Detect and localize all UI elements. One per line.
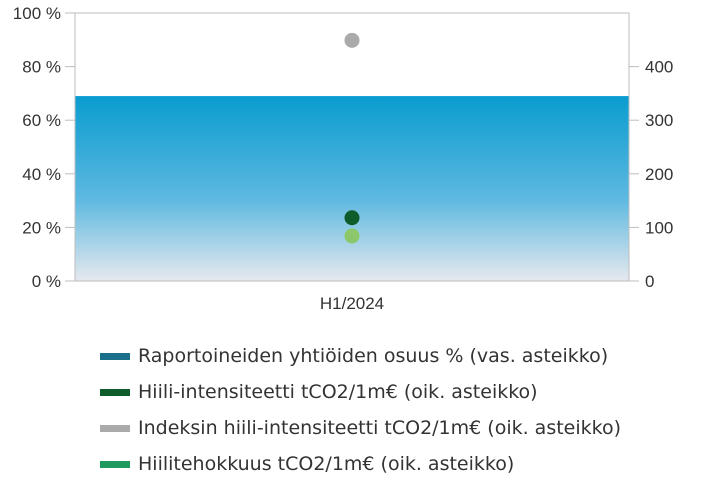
right-tick-label: 400 <box>645 58 673 77</box>
left-tick-label: 40 % <box>22 165 61 184</box>
legend-item-reported-share: Raportoineiden yhtiöiden osuus % (vas. a… <box>100 338 621 374</box>
left-tick-label: 60 % <box>22 111 61 130</box>
legend-label-carbon-efficiency: Hiilitehokkuus tCO2/1m€ (oik. asteikko) <box>138 453 515 475</box>
left-tick-label: 20 % <box>22 218 61 237</box>
bar-reported-share <box>75 96 629 281</box>
legend-swatch-carbon-efficiency <box>100 460 130 468</box>
legend-item-carbon-efficiency: Hiilitehokkuus tCO2/1m€ (oik. asteikko) <box>100 446 621 482</box>
legend-item-carbon-intensity: Hiili-intensiteetti tCO2/1m€ (oik. astei… <box>100 374 621 410</box>
legend-label-index-carbon-intensity: Indeksin hiili-intensiteetti tCO2/1m€ (o… <box>138 417 622 439</box>
right-tick-label: 200 <box>645 165 673 184</box>
legend-label-reported-share: Raportoineiden yhtiöiden osuus % (vas. a… <box>138 345 609 367</box>
legend-swatch-index-carbon-intensity <box>100 424 130 432</box>
legend-swatch-carbon-intensity <box>100 388 130 396</box>
right-tick-label: 100 <box>645 218 673 237</box>
point-series-1 <box>344 210 360 226</box>
legend-label-carbon-intensity: Hiili-intensiteetti tCO2/1m€ (oik. astei… <box>138 381 538 403</box>
x-tick-label: H1/2024 <box>320 294 384 313</box>
left-tick-label: 0 % <box>32 272 61 291</box>
legend: Raportoineiden yhtiöiden osuus % (vas. a… <box>100 338 621 482</box>
point-series-2 <box>344 32 360 48</box>
point-series-3 <box>344 228 360 244</box>
chart-svg: 0 % 20 % 40 % 60 % 80 % 100 % 0 100 200 300 400 H1/… <box>13 4 674 313</box>
legend-swatch-reported-share <box>100 352 130 360</box>
left-tick-label: 80 % <box>22 58 61 77</box>
right-tick-label: 0 <box>645 272 654 291</box>
legend-item-index-carbon-intensity: Indeksin hiili-intensiteetti tCO2/1m€ (o… <box>100 410 621 446</box>
right-tick-label: 300 <box>645 111 673 130</box>
left-tick-label: 100 % <box>13 4 61 23</box>
